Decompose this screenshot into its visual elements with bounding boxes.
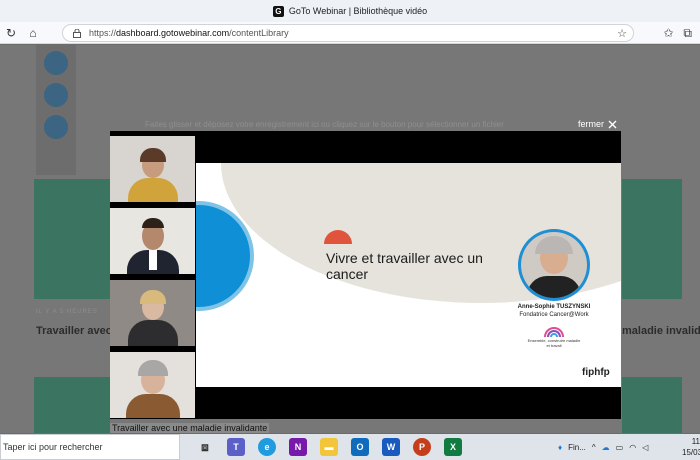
url-host: dashboard.gotowebinar.com (116, 28, 230, 38)
gotowebinar-logo-icon: G (272, 5, 284, 17)
close-icon (608, 120, 617, 128)
participant-video (110, 280, 195, 346)
powerpoint-icon[interactable]: P (413, 438, 431, 456)
address-bar[interactable]: https://dashboard.gotowebinar.com/conten… (62, 24, 634, 42)
participant-video (110, 352, 195, 418)
favorite-star-icon[interactable]: ☆ (617, 27, 627, 40)
onenote-icon[interactable]: N (289, 438, 307, 456)
participant-thumbnails (110, 136, 195, 424)
url-path: /contentLibrary (229, 28, 289, 38)
reload-icon[interactable]: ↻ (0, 22, 22, 44)
presentation-slide: Vivre et travailler avec un cancer Anne-… (196, 163, 621, 387)
upload-hint: Faites glisser et déposez votre enregist… (145, 120, 504, 129)
taskbar-clock[interactable]: 11 15/03 (682, 436, 700, 458)
clock-time: 11 (691, 437, 700, 446)
chevron-up-icon[interactable]: ^ (592, 443, 596, 452)
video-card-thumbnail[interactable] (34, 179, 110, 299)
system-tray: ♦ Fin... ^ ☁ ▭ ◠ ◁ (558, 434, 648, 460)
dropbox-icon[interactable] (44, 83, 68, 107)
onedrive-icon[interactable] (44, 51, 68, 75)
collections-icon[interactable]: ⧉ (683, 26, 692, 41)
clock-date: 15/03 (682, 448, 700, 457)
video-caption: Travailler avec une maladie invalidante (110, 423, 270, 433)
logo-tagline: Ensemble, construire maladie et travail (527, 338, 581, 348)
tray-app-label[interactable]: Fin... (568, 443, 586, 452)
fiphfp-logo: fiphfp (582, 367, 610, 378)
speaker-name: Anne-Sophie TUSZYNSKI (517, 304, 591, 310)
video-card-date: IL Y A 5 HEURES (36, 309, 98, 315)
video-card-title[interactable]: Travailler avec (36, 325, 112, 337)
video-card-thumbnail[interactable] (622, 377, 682, 433)
word-icon[interactable]: W (382, 438, 400, 456)
video-card-thumbnail[interactable] (622, 179, 682, 299)
weather-icon[interactable]: ♦ (558, 443, 562, 452)
participant-video (110, 208, 195, 274)
task-view-icon[interactable]: ⧈ (196, 438, 214, 456)
speaker-portrait (518, 229, 590, 301)
windows-taskbar: Taper ici pour rechercher ⧈ T e N ▬ O W … (0, 434, 700, 460)
url-prefix: https:// (89, 28, 117, 38)
speaker-role: Fondatrice Cancer@Work (519, 312, 589, 318)
window-title: GoTo Webinar | Bibliothèque vidéo (288, 6, 428, 16)
excel-icon[interactable]: X (444, 438, 462, 456)
close-button[interactable]: fermer (578, 119, 617, 129)
edge-icon[interactable]: e (258, 438, 276, 456)
favorites-icon[interactable]: ✩ (663, 26, 673, 40)
home-icon[interactable]: ⌂ (22, 22, 44, 44)
box-icon[interactable] (44, 115, 68, 139)
video-card-title[interactable]: maladie invalidante (622, 325, 700, 337)
volume-icon[interactable]: ◁ (642, 443, 648, 452)
teams-icon[interactable]: T (227, 438, 245, 456)
slide-title: Vivre et travailler avec un cancer (326, 250, 483, 282)
file-explorer-icon[interactable]: ▬ (320, 438, 338, 456)
wifi-icon[interactable]: ◠ (629, 443, 636, 452)
close-label: fermer (578, 119, 605, 129)
outlook-icon[interactable]: O (351, 438, 369, 456)
video-card-thumbnail[interactable] (34, 377, 110, 433)
battery-icon[interactable]: ▭ (616, 443, 624, 452)
lock-icon (73, 28, 81, 38)
participant-video (110, 136, 195, 202)
taskbar-search-input[interactable]: Taper ici pour rechercher (0, 434, 180, 460)
browser-toolbar: ↻ ⌂ https://dashboard.gotowebinar.com/co… (0, 22, 700, 44)
video-player[interactable]: Vivre et travailler avec un cancer Anne-… (110, 131, 621, 419)
onedrive-tray-icon[interactable]: ☁ (602, 443, 610, 452)
window-titlebar: G GoTo Webinar | Bibliothèque vidéo (0, 0, 700, 22)
